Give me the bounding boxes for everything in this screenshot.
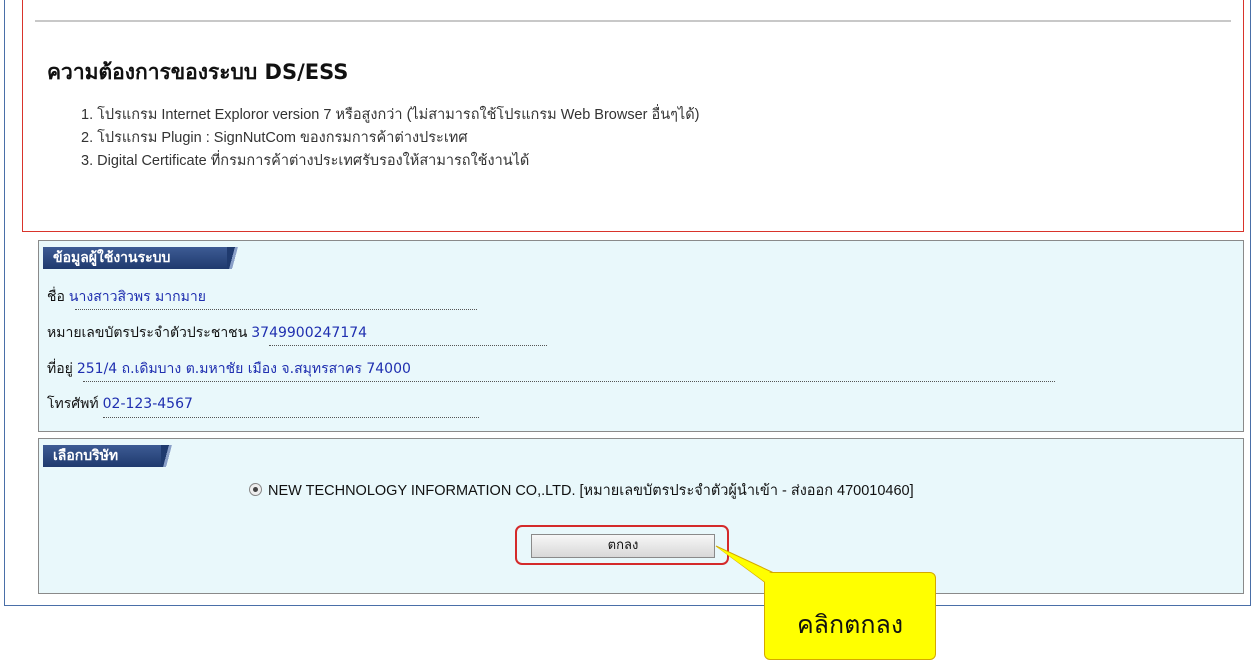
callout-pointer-fill — [717, 547, 800, 587]
